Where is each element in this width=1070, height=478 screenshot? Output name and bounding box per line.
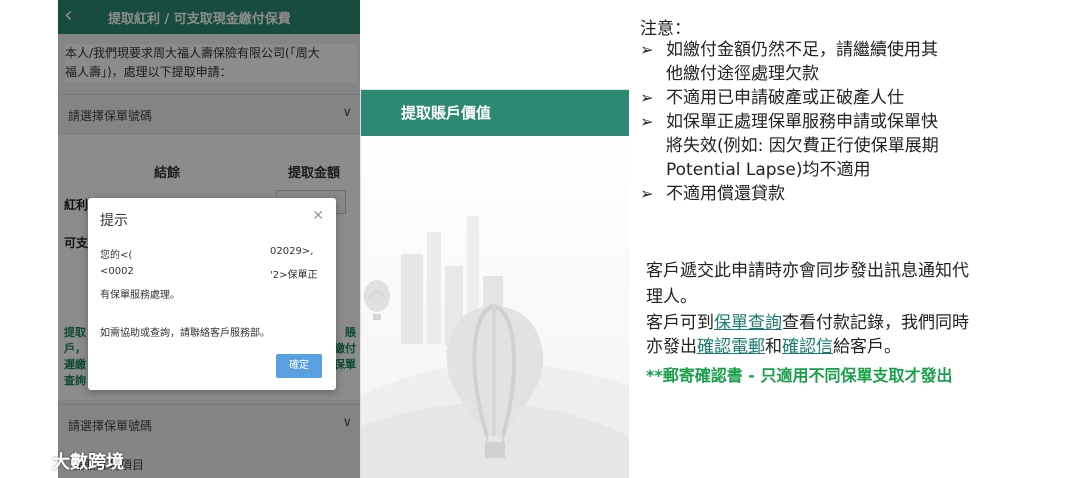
close-icon[interactable]: ✕ <box>312 208 324 224</box>
notes-title: 注意： <box>640 19 691 39</box>
watermark-logo-icon <box>10 449 47 470</box>
mailing-confirmation-note: **郵寄確認書 - 只適用不同保單支取才發出 <box>646 366 953 385</box>
dialog-line-2: <0002 <box>100 266 134 277</box>
arrow-bullet-icon: ➢ <box>640 88 654 107</box>
text-fragment: 查看付款記錄，我們同時 <box>782 313 969 333</box>
dialog-line-1-right: 02029>, <box>270 246 314 257</box>
alert-dialog: 提示 ✕ 您的<( 02029>, <0002 '2>保單正 有保單服務處理。 … <box>88 198 336 390</box>
dialog-line-1: 您的<( <box>100 250 133 261</box>
text-fragment: 亦發出 <box>646 337 697 357</box>
payment-record-line-2: 亦發出確認電郵和確認信給客戶。 <box>646 334 901 360</box>
note-bullet-cont: 他繳付途徑處理欠款 <box>666 64 819 84</box>
agent-notice-line-2: 理人。 <box>646 287 697 307</box>
arrow-bullet-icon: ➢ <box>640 184 654 203</box>
note-bullet: 如保單正處理保單服務申請或保單快 <box>666 112 938 132</box>
app-header: 提取賬戶價值 <box>361 90 629 136</box>
note-bullet-cont: Potential Lapse)均不適用 <box>666 160 871 180</box>
note-bullet: 不適用償還貸款 <box>666 184 785 204</box>
text-fragment: 給客戶。 <box>833 337 901 357</box>
arrow-bullet-icon: ➢ <box>640 112 654 131</box>
note-bullet-cont: 將失效(例如: 因欠費正行使保單展期 <box>666 136 939 156</box>
confirm-button[interactable]: 確定 <box>276 354 322 378</box>
dialog-line-2-right: '2>保單正 <box>270 270 318 281</box>
withdraw-account-value-screen: 提取賬戶價值 <box>360 89 629 478</box>
text-fragment: 和 <box>765 337 782 357</box>
confirmation-letter-link[interactable]: 確認信 <box>782 337 833 357</box>
watermark: 大數跨境 <box>10 444 150 474</box>
hot-air-balloon-illustration <box>361 136 629 478</box>
policy-inquiry-link[interactable]: 保單查詢 <box>714 313 782 333</box>
dialog-title: 提示 <box>100 213 128 229</box>
watermark-text: 大數跨境 <box>52 452 124 473</box>
payment-record-line-1: 客戶可到保單查詢查看付款記錄，我們同時 <box>646 310 969 336</box>
page-title: 提取賬戶價值 <box>401 104 492 122</box>
dialog-line-3: 有保單服務處理。 <box>100 290 180 301</box>
agent-notice-line-1: 客戶遞交此申請時亦會同步發出訊息通知代 <box>646 261 969 281</box>
confirmation-email-link[interactable]: 確認電郵 <box>697 337 765 357</box>
note-bullet: 如繳付金額仍然不足，請繼續使用其 <box>666 40 938 60</box>
text-fragment: 客戶可到 <box>646 313 714 333</box>
note-bullet: 不適用已申請破產或正破產人仕 <box>666 88 904 108</box>
dialog-line-4: 如需協助或查詢，請聯絡客戶服務部。 <box>100 328 270 339</box>
arrow-bullet-icon: ➢ <box>640 40 654 59</box>
